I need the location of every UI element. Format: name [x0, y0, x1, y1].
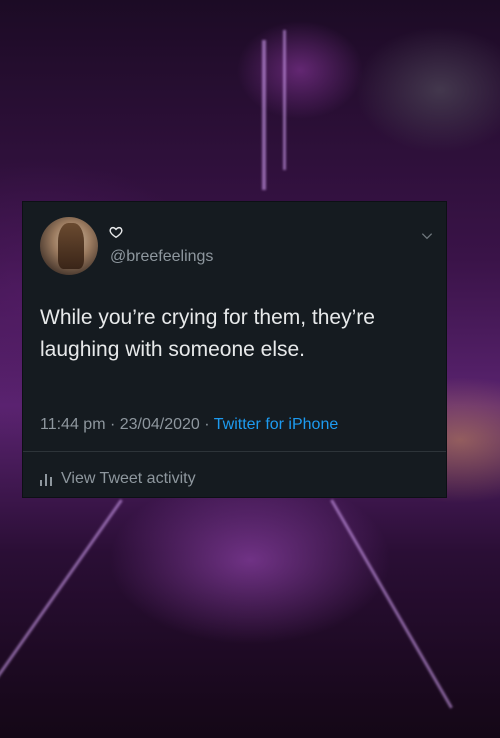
avatar-photo: [58, 223, 84, 269]
tweet-meta: 11:44 pm · 23/04/2020 · Twitter for iPho…: [40, 416, 338, 434]
tweet-timestamp: 11:44 pm · 23/04/2020 ·: [40, 416, 214, 433]
tweet-source-link[interactable]: Twitter for iPhone: [214, 416, 339, 433]
bar-chart-icon: [40, 474, 52, 486]
view-tweet-activity-label: View Tweet activity: [61, 470, 196, 487]
light-streak: [283, 30, 286, 170]
divider: [23, 451, 446, 452]
view-tweet-activity-button[interactable]: View Tweet activity: [40, 470, 196, 488]
light-streak: [262, 40, 266, 190]
tweet-card: @breefeelings While you’re crying for th…: [22, 201, 447, 498]
avatar[interactable]: [40, 217, 98, 275]
chevron-down-icon[interactable]: [420, 229, 434, 243]
tweet-text: While you’re crying for them, they’re la…: [40, 306, 375, 361]
heart-icon: [109, 226, 123, 239]
user-handle[interactable]: @breefeelings: [110, 248, 213, 266]
